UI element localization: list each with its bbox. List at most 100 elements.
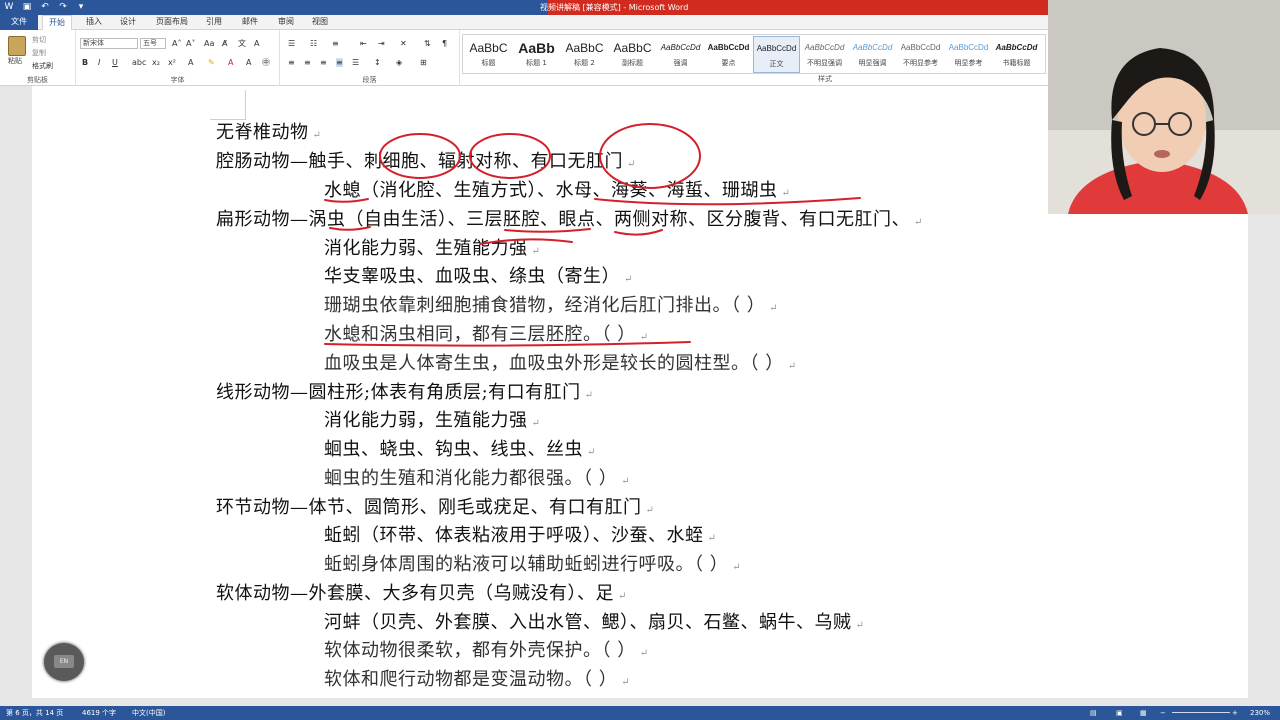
grow-font-icon[interactable]: A˄ — [172, 39, 181, 48]
font-name-select[interactable]: 新宋体 — [80, 38, 138, 49]
doc-line-question[interactable]: 蚯蚓身体周围的粘液可以辅助蚯蚓进行呼吸。（ ） ↵ — [324, 554, 741, 579]
increase-indent-icon[interactable]: ⇥ — [378, 39, 385, 48]
copy-button[interactable]: 复制 — [32, 48, 46, 58]
show-marks-icon[interactable]: ¶ — [442, 39, 447, 48]
bold-icon[interactable]: B — [82, 58, 88, 67]
doc-line[interactable]: 河蚌（贝壳、外套膜、入出水管、鳃）、扇贝、石鳖、蜗牛、乌贼 ↵ — [324, 612, 864, 637]
italic-icon[interactable]: I — [98, 58, 100, 67]
underline-icon[interactable]: U — [112, 58, 118, 67]
line-spacing-icon[interactable]: ↕ — [374, 58, 381, 67]
doc-line-question[interactable]: 蛔虫的生殖和消化能力都很强。（ ） ↵ — [324, 468, 630, 493]
phonetic-guide-icon[interactable]: 文 — [238, 39, 246, 48]
subscript-icon[interactable]: x₂ — [152, 58, 160, 67]
clear-format-icon[interactable]: A̸ — [222, 39, 227, 48]
style-title[interactable]: AaBbC 标题 — [465, 36, 512, 73]
status-bar: 第 6 页，共 14 页 4619 个字 中文(中国) ▤ ▣ ▦ − + 23… — [0, 706, 1280, 720]
tab-review[interactable]: 审阅 — [272, 15, 300, 30]
doc-line-question[interactable]: 软体和爬行动物都是变温动物。（ ） ↵ — [324, 669, 630, 694]
enclose-char-icon[interactable]: ㊥ — [262, 58, 270, 67]
bullets-icon[interactable]: ☰ — [288, 39, 295, 48]
font-size-select[interactable]: 五号 — [140, 38, 166, 49]
web-layout-icon[interactable]: ▦ — [1140, 706, 1147, 720]
tab-mailings[interactable]: 邮件 — [236, 15, 264, 30]
style-book-title[interactable]: AaBbCcDd 书籍标题 — [993, 36, 1040, 73]
superscript-icon[interactable]: x² — [168, 58, 176, 67]
read-mode-icon[interactable]: ▤ — [1090, 706, 1097, 720]
keyboard-icon: EN — [54, 655, 74, 668]
borders-icon[interactable]: ⊞ — [420, 58, 427, 67]
format-painter-button[interactable]: 格式刷 — [32, 61, 53, 71]
char-shading-icon[interactable]: A — [246, 58, 251, 67]
save-icon[interactable]: ▣ — [22, 2, 32, 12]
distributed-icon[interactable]: ☰ — [352, 58, 359, 67]
doc-line[interactable]: 软体动物—外套膜、大多有贝壳（乌贼没有）、足 ↵ — [216, 583, 627, 608]
char-border-icon[interactable]: A — [254, 39, 259, 48]
doc-line[interactable]: 消化能力弱，生殖能力强 ↵ — [324, 410, 540, 435]
style-subtle-emphasis[interactable]: AaBbCcDd 不明显强调 — [801, 36, 848, 73]
tab-file[interactable]: 文件 — [0, 15, 38, 30]
style-subtle-reference[interactable]: AaBbCcDd 不明显参考 — [897, 36, 944, 73]
style-emphasis[interactable]: AaBbCcDd 强调 — [657, 36, 704, 73]
align-right-icon[interactable]: ≡ — [320, 58, 327, 67]
font-color-icon[interactable]: A — [228, 58, 233, 67]
doc-line[interactable]: 扁形动物—涡虫（自由生活）、三层胚腔、眼点、两侧对称、区分腹背、有口无肛门、 ↵ — [216, 209, 923, 234]
zoom-out-icon[interactable]: − — [1160, 706, 1166, 720]
style-heading1[interactable]: AaBb 标题 1 — [513, 36, 560, 73]
margin-corner-mark — [210, 90, 246, 120]
tab-design[interactable]: 设计 — [114, 15, 142, 30]
decrease-indent-icon[interactable]: ⇤ — [360, 39, 367, 48]
tab-insert[interactable]: 插入 — [80, 15, 108, 30]
change-case-icon[interactable]: Aa — [204, 39, 214, 48]
paste-icon[interactable] — [8, 36, 26, 56]
style-subtitle[interactable]: AaBbC 副标题 — [609, 36, 656, 73]
zoom-slider[interactable] — [1172, 712, 1230, 713]
doc-line-question[interactable]: 软体动物很柔软，都有外壳保护。（ ） ↵ — [324, 640, 649, 665]
doc-line[interactable]: 华支睾吸虫、血吸虫、绦虫（寄生） ↵ — [324, 266, 633, 291]
print-layout-icon[interactable]: ▣ — [1116, 706, 1123, 720]
doc-line-question[interactable]: 血吸虫是人体寄生虫，血吸虫外形是较长的圆柱型。（ ） ↵ — [324, 353, 797, 378]
shrink-font-icon[interactable]: A˅ — [186, 39, 195, 48]
shading-icon[interactable]: ◈ — [396, 58, 402, 67]
undo-icon[interactable]: ↶ — [40, 2, 50, 12]
doc-line[interactable]: 线形动物—圆柱形;体表有角质层;有口有肛门 ↵ — [216, 382, 594, 407]
doc-line[interactable]: 蛔虫、蛲虫、钩虫、线虫、丝虫 ↵ — [324, 439, 596, 464]
strikethrough-icon[interactable]: abc — [132, 58, 146, 67]
paste-button[interactable]: 粘贴 — [8, 56, 22, 66]
page-count[interactable]: 第 6 页，共 14 页 — [6, 706, 63, 720]
style-intense-emphasis[interactable]: AaBbCcDd 明显强调 — [849, 36, 896, 73]
paragraph-group: ☰ ☷ ≡ ⇤ ⇥ ✕ ⇅ ¶ ≡ ≡ ≡ ≡ ☰ ↕ ◈ ⊞ 段落 — [280, 30, 460, 86]
style-strong[interactable]: AaBbCcDd 要点 — [705, 36, 752, 73]
numbering-icon[interactable]: ☷ — [310, 39, 317, 48]
redo-icon[interactable]: ↷ — [58, 2, 68, 12]
tab-references[interactable]: 引用 — [200, 15, 228, 30]
style-normal[interactable]: AaBbCcDd 正文 — [753, 36, 800, 73]
language-indicator[interactable]: 中文(中国) — [132, 706, 165, 720]
word-count[interactable]: 4619 个字 — [82, 706, 116, 720]
doc-line[interactable]: 消化能力弱、生殖能力强 ↵ — [324, 238, 540, 263]
multilevel-list-icon[interactable]: ≡ — [332, 39, 339, 48]
doc-line[interactable]: 蚯蚓（环带、体表粘液用于呼吸）、沙蚕、水蛭 ↵ — [324, 525, 716, 550]
tab-home[interactable]: 开始 — [42, 15, 72, 30]
doc-line[interactable]: 腔肠动物—触手、刺细胞、辐射对称、有口无肛门 ↵ — [216, 151, 636, 176]
ime-toggle-button[interactable]: EN — [44, 643, 84, 681]
align-left-icon[interactable]: ≡ — [288, 58, 295, 67]
zoom-in-icon[interactable]: + — [1232, 706, 1238, 720]
doc-line[interactable]: 环节动物—体节、圆筒形、刚毛或疣足、有口有肛门 ↵ — [216, 497, 654, 522]
tab-layout[interactable]: 页面布局 — [150, 15, 194, 30]
tab-view[interactable]: 视图 — [306, 15, 334, 30]
style-intense-reference[interactable]: AaBbCcDd 明显参考 — [945, 36, 992, 73]
doc-line-question[interactable]: 珊瑚虫依靠刺细胞捕食猎物，经消化后肛门排出。（ ） ↵ — [324, 295, 778, 320]
sort-icon[interactable]: ⇅ — [424, 39, 431, 48]
text-effects-icon[interactable]: A — [188, 58, 193, 67]
doc-line[interactable]: 无脊椎动物 ↵ — [216, 122, 321, 147]
justify-icon[interactable]: ≡ — [336, 58, 343, 67]
chinese-layout-icon[interactable]: ✕ — [400, 39, 407, 48]
doc-line-question[interactable]: 水螅和涡虫相同，都有三层胚腔。（ ） ↵ — [324, 324, 649, 349]
cut-button[interactable]: 剪切 — [32, 35, 46, 45]
customize-icon[interactable]: ▾ — [76, 2, 86, 12]
highlight-icon[interactable]: ✎ — [208, 58, 215, 67]
align-center-icon[interactable]: ≡ — [304, 58, 311, 67]
style-heading2[interactable]: AaBbC 标题 2 — [561, 36, 608, 73]
doc-line[interactable]: 水螅（消化腔、生殖方式）、水母、海葵、海蜇、珊瑚虫 ↵ — [324, 180, 790, 205]
zoom-level[interactable]: 230% — [1250, 706, 1270, 720]
